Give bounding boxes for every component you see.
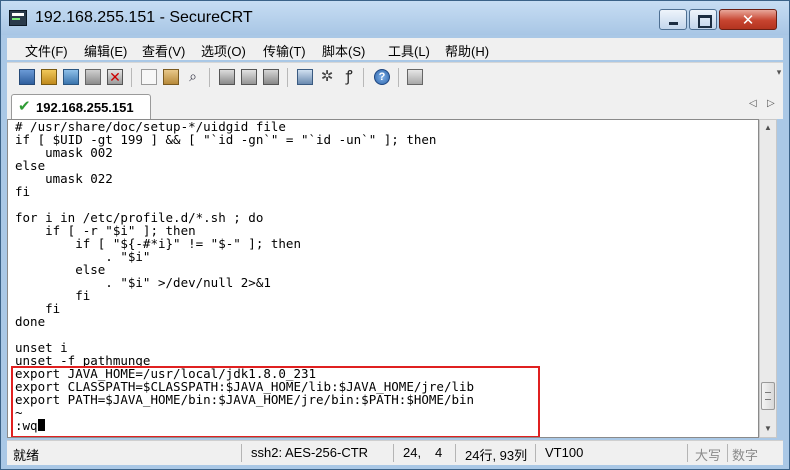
toolbar-chevron-icon[interactable]: ▾ (775, 67, 783, 89)
tab-strip: ✔ 192.168.255.151 ◁ ▷ (7, 91, 783, 119)
help-icon[interactable]: ? (374, 69, 390, 85)
menu-transfer[interactable]: 传输(T) (263, 41, 306, 60)
status-divider (393, 444, 394, 462)
status-cipher: ssh2: AES-256-CTR (251, 445, 369, 460)
status-ready: 就绪 (13, 448, 40, 463)
connected-check-icon: ✔ (18, 98, 31, 115)
status-divider (687, 444, 688, 462)
window-title: 192.168.255.151 - SecureCRT (35, 9, 253, 26)
status-size: 24行, 93列 (465, 448, 528, 463)
menu-file[interactable]: 文件(F) (25, 41, 68, 60)
toolbar-separator (209, 68, 210, 87)
status-divider (727, 444, 728, 462)
close-icon: ✕ (741, 12, 755, 29)
menu-options[interactable]: 选项(O) (201, 41, 246, 60)
terminal-line: fi (15, 288, 91, 303)
status-divider (241, 444, 242, 462)
maximize-icon (698, 15, 712, 28)
menu-tools[interactable]: 工具(L) (388, 41, 430, 60)
maximize-button[interactable] (689, 9, 717, 30)
title-bar[interactable]: 192.168.255.151 - SecureCRT ✕ (1, 1, 789, 35)
toolbar-separator (398, 68, 399, 87)
securecrt-app-icon[interactable] (9, 10, 27, 26)
status-divider (535, 444, 536, 462)
connect-in-tab-icon[interactable] (63, 69, 79, 85)
menu-view[interactable]: 查看(V) (142, 41, 185, 60)
toolbar: ✕ ⌕ ✲ ꝭ ? ▾ (7, 62, 783, 92)
minimize-icon (669, 22, 678, 25)
tab-session[interactable]: ✔ 192.168.255.151 (11, 94, 151, 119)
status-caps-lock: 大写 (695, 448, 722, 463)
scroll-down-icon[interactable]: ▼ (760, 421, 776, 437)
find-icon[interactable]: ⌕ (185, 69, 201, 85)
status-num-lock: 数字 (732, 448, 759, 463)
menu-script[interactable]: 脚本(S) (322, 41, 365, 60)
status-bar: 就绪 ssh2: AES-256-CTR 24, 4 24行, 93列 VT10… (7, 440, 783, 465)
highlight-annotation-box (11, 366, 540, 437)
minimize-button[interactable] (659, 9, 687, 30)
terminal-scrollbar[interactable]: ▲ ▼ (759, 119, 777, 438)
key-icon[interactable]: ꝭ (341, 69, 357, 85)
terminal-line: umask 002 (15, 145, 113, 160)
menu-bar: 文件(F) 编辑(E) 查看(V) 选项(O) 传输(T) 脚本(S) 工具(L… (7, 38, 783, 60)
session-options-icon[interactable] (297, 69, 313, 85)
keymap-icon[interactable]: ✲ (319, 69, 335, 85)
tab-scroll-right-icon[interactable]: ▷ (767, 98, 775, 109)
tab-label: 192.168.255.151 (36, 100, 134, 115)
scrollbar-thumb[interactable] (761, 382, 775, 410)
status-cursor-col: 4 (435, 445, 443, 460)
quick-connect-icon[interactable] (41, 69, 57, 85)
reconnect-icon[interactable] (85, 69, 101, 85)
terminal-line: done (15, 314, 46, 329)
status-terminal-type: VT100 (545, 445, 584, 460)
print-icon[interactable] (219, 69, 235, 85)
menu-help[interactable]: 帮助(H) (445, 41, 489, 60)
copy-icon[interactable] (141, 69, 157, 85)
disconnect-icon[interactable]: ✕ (107, 69, 123, 85)
toolbar-separator (363, 68, 364, 87)
terminal-line: fi (15, 301, 61, 316)
connect-icon[interactable] (19, 69, 35, 85)
print-selection-icon[interactable] (263, 69, 279, 85)
menu-edit[interactable]: 编辑(E) (84, 41, 127, 60)
status-divider (455, 444, 456, 462)
status-cursor-row: 24, (403, 445, 422, 460)
toolbar-separator (131, 68, 132, 87)
terminal-line: umask 022 (15, 171, 113, 186)
close-button[interactable]: ✕ (719, 9, 777, 30)
paste-icon[interactable] (163, 69, 179, 85)
tab-scroll-left-icon[interactable]: ◁ (749, 98, 757, 109)
print-setup-icon[interactable] (241, 69, 257, 85)
securecrt-window: 192.168.255.151 - SecureCRT ✕ 文件(F) 编辑(E… (0, 0, 790, 470)
toolbar-separator (287, 68, 288, 87)
terminal-area[interactable]: # /usr/share/doc/setup-*/uidgid file if … (7, 119, 759, 438)
scroll-up-icon[interactable]: ▲ (760, 120, 776, 136)
settings-icon[interactable] (407, 69, 423, 85)
terminal-line: fi (15, 184, 31, 199)
